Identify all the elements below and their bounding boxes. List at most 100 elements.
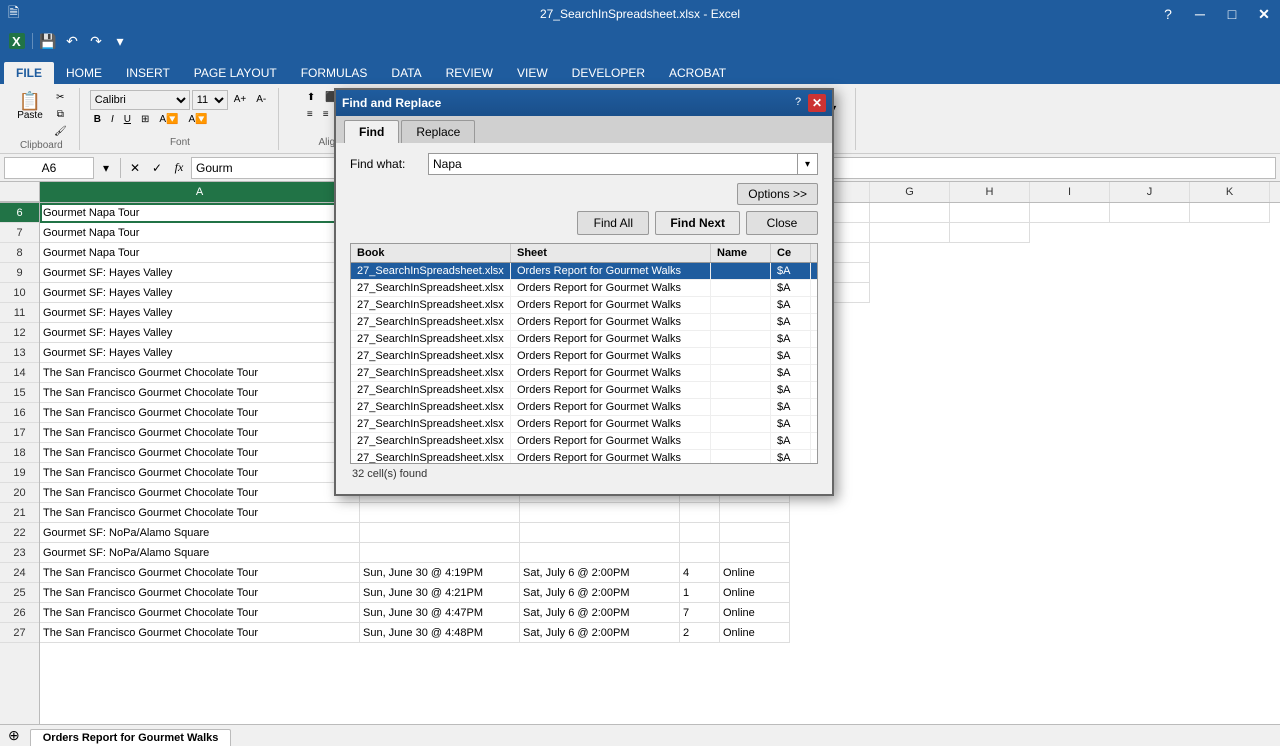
font-color-button[interactable]: A🔽	[184, 112, 211, 127]
cell-e27[interactable]: Online	[720, 623, 790, 643]
tab-formulas[interactable]: FORMULAS	[289, 62, 380, 84]
align-center-button[interactable]: ≡	[319, 107, 333, 122]
border-button[interactable]: ⊞	[137, 112, 153, 127]
cell-a19[interactable]: The San Francisco Gourmet Chocolate Tour	[40, 463, 360, 483]
row-header-13[interactable]: 13	[0, 343, 39, 363]
paste-button[interactable]: 📋 Paste	[12, 90, 48, 140]
col-header-g[interactable]: G	[870, 182, 950, 202]
row-header-22[interactable]: 22	[0, 523, 39, 543]
cell-c25[interactable]: Sat, July 6 @ 2:00PM	[520, 583, 680, 603]
cell-a14[interactable]: The San Francisco Gourmet Chocolate Tour	[40, 363, 360, 383]
add-sheet-button[interactable]: ⊕	[0, 725, 28, 746]
row-header-14[interactable]: 14	[0, 363, 39, 383]
cancel-formula-button[interactable]: ✕	[125, 158, 145, 178]
cell-e24[interactable]: Online	[720, 563, 790, 583]
cell-a11[interactable]: Gourmet SF: Hayes Valley	[40, 303, 360, 323]
find-all-button[interactable]: Find All	[577, 211, 649, 235]
cell-d27[interactable]: 2	[680, 623, 720, 643]
cell-a27[interactable]: The San Francisco Gourmet Chocolate Tour	[40, 623, 360, 643]
row-header-15[interactable]: 15	[0, 383, 39, 403]
cell-a12[interactable]: Gourmet SF: Hayes Valley	[40, 323, 360, 343]
cell-b22[interactable]	[360, 523, 520, 543]
results-row-10[interactable]: 27_SearchInSpreadsheet.xlsx Orders Repor…	[351, 416, 817, 433]
row-header-23[interactable]: 23	[0, 543, 39, 563]
cell-b27[interactable]: Sun, June 30 @ 4:48PM	[360, 623, 520, 643]
cell-g7[interactable]	[870, 223, 950, 243]
row-header-18[interactable]: 18	[0, 443, 39, 463]
format-painter-button[interactable]: 🖌	[50, 124, 71, 139]
row-header-6[interactable]: 6	[0, 203, 39, 223]
cell-a26[interactable]: The San Francisco Gourmet Chocolate Tour	[40, 603, 360, 623]
tab-acrobat[interactable]: ACROBAT	[657, 62, 738, 84]
dialog-close-x-button[interactable]: ✕	[808, 94, 826, 112]
underline-button[interactable]: U	[120, 112, 135, 127]
cell-a13[interactable]: Gourmet SF: Hayes Valley	[40, 343, 360, 363]
row-header-9[interactable]: 9	[0, 263, 39, 283]
copy-button[interactable]: ⧉	[50, 107, 71, 122]
help-button[interactable]: ?	[1152, 0, 1184, 28]
cell-c27[interactable]: Sat, July 6 @ 2:00PM	[520, 623, 680, 643]
excel-app-icon[interactable]: X	[6, 30, 28, 52]
cell-a15[interactable]: The San Francisco Gourmet Chocolate Tour	[40, 383, 360, 403]
results-row-4[interactable]: 27_SearchInSpreadsheet.xlsx Orders Repor…	[351, 314, 817, 331]
redo-quick-button[interactable]: ↷	[85, 30, 107, 52]
row-header-8[interactable]: 8	[0, 243, 39, 263]
cell-d23[interactable]	[680, 543, 720, 563]
cell-a17[interactable]: The San Francisco Gourmet Chocolate Tour	[40, 423, 360, 443]
row-header-24[interactable]: 24	[0, 563, 39, 583]
cell-a20[interactable]: The San Francisco Gourmet Chocolate Tour	[40, 483, 360, 503]
cell-d25[interactable]: 1	[680, 583, 720, 603]
dialog-help-button[interactable]: ?	[790, 94, 806, 110]
tab-view[interactable]: VIEW	[505, 62, 560, 84]
grow-font-button[interactable]: A+	[230, 92, 251, 107]
minimize-button[interactable]: ─	[1184, 0, 1216, 28]
cell-a21[interactable]: The San Francisco Gourmet Chocolate Tour	[40, 503, 360, 523]
cell-d21[interactable]	[680, 503, 720, 523]
cell-a25[interactable]: The San Francisco Gourmet Chocolate Tour	[40, 583, 360, 603]
cell-c26[interactable]: Sat, July 6 @ 2:00PM	[520, 603, 680, 623]
name-box-expand[interactable]: ▾	[96, 158, 116, 178]
results-row-9[interactable]: 27_SearchInSpreadsheet.xlsx Orders Repor…	[351, 399, 817, 416]
options-button[interactable]: Options >>	[737, 183, 818, 205]
cell-c24[interactable]: Sat, July 6 @ 2:00PM	[520, 563, 680, 583]
shrink-font-button[interactable]: A-	[252, 92, 270, 107]
cell-a8[interactable]: Gourmet Napa Tour	[40, 243, 360, 263]
cell-h6[interactable]	[950, 203, 1030, 223]
row-header-19[interactable]: 19	[0, 463, 39, 483]
results-row-5[interactable]: 27_SearchInSpreadsheet.xlsx Orders Repor…	[351, 331, 817, 348]
row-header-27[interactable]: 27	[0, 623, 39, 643]
italic-button[interactable]: I	[107, 112, 118, 127]
results-row-1[interactable]: 27_SearchInSpreadsheet.xlsx Orders Repor…	[351, 263, 817, 280]
cell-d24[interactable]: 4	[680, 563, 720, 583]
results-row-6[interactable]: 27_SearchInSpreadsheet.xlsx Orders Repor…	[351, 348, 817, 365]
font-size-select[interactable]: 11	[192, 90, 228, 110]
enter-formula-button[interactable]: ✓	[147, 158, 167, 178]
undo-quick-button[interactable]: ↶	[61, 30, 83, 52]
row-header-26[interactable]: 26	[0, 603, 39, 623]
tab-file[interactable]: FILE	[4, 62, 54, 84]
cell-g6[interactable]	[870, 203, 950, 223]
cell-j6[interactable]	[1110, 203, 1190, 223]
results-row-11[interactable]: 27_SearchInSpreadsheet.xlsx Orders Repor…	[351, 433, 817, 450]
dialog-tab-replace[interactable]: Replace	[401, 120, 475, 143]
cell-a23[interactable]: Gourmet SF: NoPa/Alamo Square	[40, 543, 360, 563]
cell-b21[interactable]	[360, 503, 520, 523]
tab-developer[interactable]: DEVELOPER	[560, 62, 657, 84]
tab-review[interactable]: REVIEW	[434, 62, 505, 84]
cell-d22[interactable]	[680, 523, 720, 543]
align-left-button[interactable]: ≡	[303, 107, 317, 122]
cell-b23[interactable]	[360, 543, 520, 563]
cell-h7[interactable]	[950, 223, 1030, 243]
results-body[interactable]: 27_SearchInSpreadsheet.xlsx Orders Repor…	[351, 263, 817, 463]
cell-a18[interactable]: The San Francisco Gourmet Chocolate Tour	[40, 443, 360, 463]
row-header-11[interactable]: 11	[0, 303, 39, 323]
save-quick-button[interactable]: 💾	[37, 30, 59, 52]
col-header-k[interactable]: K	[1190, 182, 1270, 202]
results-row-3[interactable]: 27_SearchInSpreadsheet.xlsx Orders Repor…	[351, 297, 817, 314]
find-next-button[interactable]: Find Next	[655, 211, 740, 235]
fill-color-button[interactable]: A🔽	[155, 112, 182, 127]
maximize-button[interactable]: □	[1216, 0, 1248, 28]
title-bar-controls[interactable]: ? ─ □ ✕	[1152, 0, 1280, 28]
bold-button[interactable]: B	[90, 112, 105, 127]
cell-i6[interactable]	[1030, 203, 1110, 223]
